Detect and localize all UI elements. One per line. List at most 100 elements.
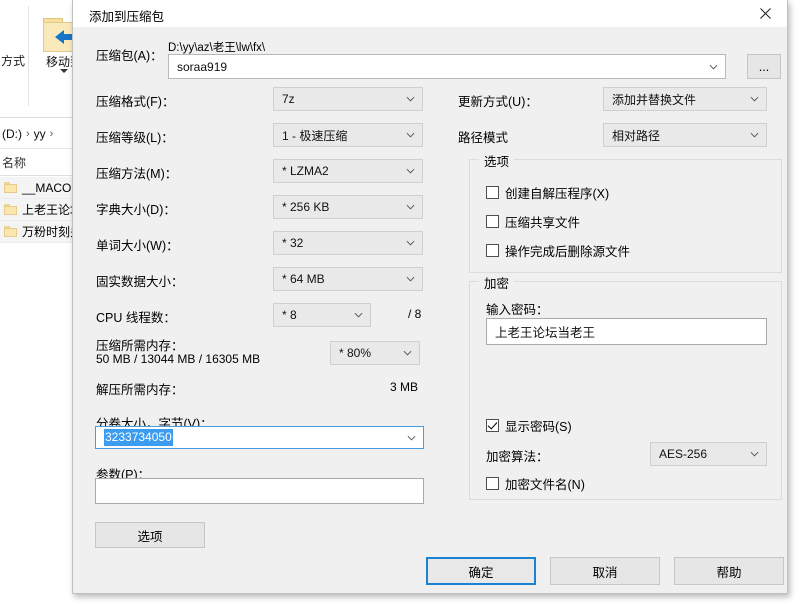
word-size-label: 单词大小(W)： (96, 239, 179, 253)
encryption-group-title: 加密 (479, 273, 515, 292)
archive-name-input[interactable]: soraa919 (168, 54, 726, 79)
password-input[interactable]: 上老王论坛当老王 (486, 318, 767, 345)
compression-method-select[interactable]: * LZMA2 (273, 159, 423, 183)
volume-size-value: 3233734050 (104, 429, 173, 446)
compression-method-label: 压缩方法(M)： (96, 167, 178, 181)
compression-level-select[interactable]: 1 - 极速压缩 (273, 123, 423, 147)
chevron-down-icon (406, 168, 415, 174)
browse-button[interactable]: ... (747, 54, 781, 79)
compression-level-value: 1 - 极速压缩 (282, 128, 348, 143)
close-icon (759, 8, 771, 19)
cpu-threads-total: / 8 (408, 307, 422, 321)
memory-percent-value: * 80% (339, 346, 372, 360)
password-label: 输入密码： (486, 303, 549, 317)
parameters-input[interactable] (95, 478, 424, 504)
encryption-algorithm-value: AES-256 (659, 447, 708, 461)
volume-size-input[interactable]: 3233734050 (95, 426, 424, 449)
solid-block-size-label: 固实数据大小： (96, 275, 184, 289)
close-button[interactable] (743, 0, 787, 27)
archive-format-label: 压缩格式(F)： (96, 95, 175, 109)
archive-format-select[interactable]: 7z (273, 87, 423, 111)
folder-icon (4, 182, 17, 193)
chevron-down-icon (750, 96, 759, 102)
folder-icon (4, 204, 17, 215)
solid-block-size-value: * 64 MB (282, 272, 325, 286)
checkbox-icon (486, 477, 499, 490)
list-item-label: __MACOS (22, 180, 80, 195)
update-mode-value: 添加并替换文件 (612, 92, 697, 107)
chevron-down-icon (750, 132, 759, 138)
word-size-select[interactable]: * 32 (273, 231, 423, 255)
chevron-down-icon (406, 240, 415, 246)
breadcrumb-item-yy[interactable]: yy (34, 127, 46, 141)
checkbox-icon (486, 215, 499, 228)
chevron-down-icon (406, 204, 415, 210)
compression-level-label: 压缩等级(L)： (96, 131, 174, 145)
encryption-groupbox: 加密 输入密码： 上老王论坛当老王 显示密码(S) 加密算法： AES-256 … (469, 273, 782, 500)
options-groupbox: 选项 创建自解压程序(X) 压缩共享文件 操作完成后删除源文件 (469, 151, 782, 273)
breadcrumb-chevron-icon: › (26, 127, 30, 140)
ok-button-label: 确定 (468, 565, 494, 580)
memory-decompress-label: 解压所需内存： (96, 383, 184, 397)
checkbox-icon (486, 244, 499, 257)
breadcrumb-item-drive[interactable]: (D:) (2, 127, 22, 141)
help-button[interactable]: 帮助 (674, 557, 784, 585)
checkbox-encrypt-filenames[interactable]: 加密文件名(N) (486, 474, 585, 493)
checkbox-compress-shared[interactable]: 压缩共享文件 (486, 212, 580, 231)
chevron-down-icon (406, 96, 415, 102)
cpu-threads-value: * 8 (282, 308, 297, 322)
checkbox-create-sfx[interactable]: 创建自解压程序(X) (486, 183, 609, 202)
checkbox-delete-after[interactable]: 操作完成后删除源文件 (486, 241, 630, 260)
update-mode-select[interactable]: 添加并替换文件 (603, 87, 767, 111)
checkbox-show-password[interactable]: 显示密码(S) (486, 416, 572, 435)
path-mode-select[interactable]: 相对路径 (603, 123, 767, 147)
cancel-button-label: 取消 (592, 565, 618, 580)
dialog-titlebar[interactable]: 添加到压缩包 (73, 0, 787, 28)
cpu-threads-label: CPU 线程数： (96, 311, 176, 325)
dialog-title: 添加到压缩包 (89, 10, 165, 24)
checkbox-icon (486, 186, 499, 199)
chevron-down-icon (750, 451, 759, 457)
solid-block-size-select[interactable]: * 64 MB (273, 267, 423, 291)
chevron-down-icon (406, 276, 415, 282)
chevron-down-icon (407, 435, 416, 441)
dictionary-size-value: * 256 KB (282, 200, 330, 214)
dictionary-size-label: 字典大小(D)： (96, 203, 176, 217)
path-mode-value: 相对路径 (612, 128, 661, 143)
ok-button[interactable]: 确定 (426, 557, 536, 585)
encryption-algorithm-select[interactable]: AES-256 (650, 442, 767, 466)
options-group-title: 选项 (479, 151, 515, 170)
cpu-threads-select[interactable]: * 8 (273, 303, 371, 327)
dictionary-size-select[interactable]: * 256 KB (273, 195, 423, 219)
encryption-algorithm-label: 加密算法： (486, 450, 549, 464)
memory-percent-select[interactable]: * 80% (330, 341, 420, 365)
add-to-archive-dialog: 添加到压缩包 压缩包(A)： D:\yy\az\老王\lw\fx\ soraa9… (72, 0, 788, 594)
options-button-label: 选项 (137, 529, 163, 544)
checkbox-show-password-label: 显示密码(S) (505, 420, 572, 434)
chevron-down-icon (354, 312, 363, 318)
chevron-down-icon (403, 350, 412, 356)
dialog-body: 压缩包(A)： D:\yy\az\老王\lw\fx\ soraa919 ... … (73, 28, 787, 593)
update-mode-label: 更新方式(U)： (458, 95, 538, 109)
word-size-value: * 32 (282, 236, 304, 250)
compression-method-value: * LZMA2 (282, 164, 329, 178)
path-mode-label: 路径模式 (458, 131, 509, 145)
chevron-down-icon (709, 64, 718, 70)
screen: 方式 移动到 (D:) › yy › 名称 __MACOS 上老王论坛 万粉时刻… (0, 0, 800, 604)
archive-name-value: soraa919 (177, 59, 228, 74)
memory-compress-values: 50 MB / 13044 MB / 16305 MB (96, 352, 261, 366)
archive-path: D:\yy\az\老王\lw\fx\ (168, 42, 266, 54)
chevron-down-icon (406, 132, 415, 138)
checkbox-delete-after-label: 操作完成后删除源文件 (505, 245, 631, 259)
memory-decompress-value: 3 MB (390, 380, 419, 394)
cancel-button[interactable]: 取消 (550, 557, 660, 585)
help-button-label: 帮助 (716, 565, 742, 580)
browse-label: ... (758, 59, 770, 74)
options-button[interactable]: 选项 (95, 522, 205, 548)
column-header-name-label: 名称 (2, 156, 27, 170)
archive-format-value: 7z (282, 92, 295, 106)
checkbox-compress-shared-label: 压缩共享文件 (505, 216, 581, 230)
ribbon-group-label-partial: 方式 (0, 54, 25, 68)
checkbox-encrypt-filenames-label: 加密文件名(N) (505, 478, 585, 492)
checkbox-icon (486, 419, 499, 432)
